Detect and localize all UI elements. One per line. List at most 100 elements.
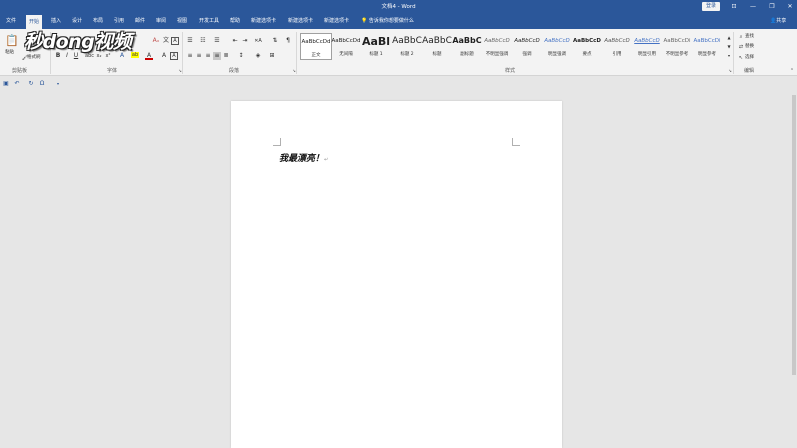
style-sample: AaBbCcD xyxy=(604,38,630,44)
style-heading-1[interactable]: AaBl 标题 1 xyxy=(360,33,392,60)
style-subtle-reference[interactable]: AaBbCcDi 不明显参考 xyxy=(661,33,693,60)
tab-insert[interactable]: 插入 xyxy=(48,16,64,27)
tab-review[interactable]: 审阅 xyxy=(153,16,169,27)
tell-me-search[interactable]: 💡 告诉我你想要做什么 xyxy=(361,16,414,27)
customize-qat-icon[interactable]: ▾ xyxy=(54,80,62,88)
quick-access-toolbar: ▣ ↶ ↻ Ω ▾ xyxy=(0,77,797,91)
style-normal[interactable]: AaBbCcDd 正文 xyxy=(300,33,332,60)
multilevel-list-icon[interactable]: ☰ xyxy=(213,37,221,45)
align-left-icon[interactable]: ≡ xyxy=(186,52,194,60)
maximize-icon[interactable]: ❐ xyxy=(766,1,778,12)
document-text[interactable]: 我最漂亮！↵ xyxy=(279,151,328,164)
clear-formatting-icon[interactable]: Aₓ xyxy=(152,37,160,45)
select-button[interactable]: 选择 xyxy=(745,54,754,62)
style-subtle-emphasis[interactable]: AaBbCcD 不明显强调 xyxy=(481,33,513,60)
margin-corner-top-left xyxy=(273,138,281,146)
tab-file[interactable]: 文件 xyxy=(3,16,19,27)
style-name: 明显参考 xyxy=(698,52,716,57)
document-text-content: 我最漂亮！ xyxy=(279,154,325,164)
tab-view[interactable]: 视图 xyxy=(174,16,190,27)
style-name: 无间隔 xyxy=(339,52,353,57)
tab-help[interactable]: 帮助 xyxy=(227,16,243,27)
style-subtitle[interactable]: AaBbC 副标题 xyxy=(451,33,483,60)
tab-new-2[interactable]: 新建选项卡 xyxy=(285,16,316,27)
line-spacing-icon[interactable]: ↕ xyxy=(237,52,245,60)
underline-icon[interactable]: U xyxy=(72,52,80,60)
decrease-indent-icon[interactable]: ⇤ xyxy=(231,37,239,45)
document-page[interactable]: 我最漂亮！↵ xyxy=(231,101,562,448)
align-center-icon[interactable]: ≡ xyxy=(195,52,203,60)
text-effects-icon[interactable]: A xyxy=(118,52,126,60)
tab-developer[interactable]: 开发工具 xyxy=(196,16,222,27)
symbol-icon[interactable]: Ω xyxy=(38,80,46,88)
gallery-scroll-down-icon[interactable]: ▼ xyxy=(725,43,733,51)
phonetic-guide-icon[interactable]: 文 xyxy=(162,37,170,45)
tab-layout[interactable]: 布局 xyxy=(90,16,106,27)
style-sample: AaBbCcDd xyxy=(301,39,331,45)
undo-icon[interactable]: ↶ xyxy=(13,80,21,88)
select-icon[interactable]: ↖ xyxy=(737,54,745,62)
tab-mailings[interactable]: 邮件 xyxy=(132,16,148,27)
increase-indent-icon[interactable]: ⇥ xyxy=(241,37,249,45)
show-formatting-marks-icon[interactable]: ¶ xyxy=(284,37,292,45)
bullets-icon[interactable]: ☰ xyxy=(186,37,194,45)
style-no-spacing[interactable]: AaBbCcDd 无间隔 xyxy=(330,33,362,60)
style-quote[interactable]: AaBbCcD 引用 xyxy=(601,33,633,60)
save-icon[interactable]: ▣ xyxy=(2,80,10,88)
paste-label[interactable]: 粘贴 xyxy=(5,49,14,57)
style-heading-2[interactable]: AaBbC 标题 2 xyxy=(391,33,423,60)
collapse-ribbon-icon[interactable]: ⌃ xyxy=(788,67,796,75)
ribbon-display-options-icon[interactable]: ⊡ xyxy=(728,1,740,12)
subscript-icon[interactable]: x₂ xyxy=(95,52,103,60)
paste-icon[interactable]: 📋 xyxy=(5,34,19,48)
character-shading-icon[interactable]: A xyxy=(160,52,168,60)
paragraph-mark: ↵ xyxy=(324,157,329,163)
justify-icon[interactable]: ≡ xyxy=(213,52,221,60)
shading-icon[interactable]: ◈ xyxy=(254,52,262,60)
sort-icon[interactable]: ⇅ xyxy=(271,37,279,45)
style-sample: AaBl xyxy=(361,35,391,48)
tab-new-3[interactable]: 新建选项卡 xyxy=(321,16,352,27)
gallery-scroll-up-icon[interactable]: ▲ xyxy=(725,34,733,42)
bold-icon[interactable]: B xyxy=(54,52,62,60)
login-button[interactable]: 登录 xyxy=(702,2,720,11)
style-name: 标题 2 xyxy=(400,52,414,57)
strikethrough-icon[interactable]: abc xyxy=(85,52,94,60)
style-intense-emphasis[interactable]: AaBbCcD 明显强调 xyxy=(541,33,573,60)
style-title[interactable]: AaBbC 标题 xyxy=(421,33,453,60)
tab-references[interactable]: 引用 xyxy=(111,16,127,27)
scrollbar-thumb[interactable] xyxy=(792,95,796,375)
vertical-scrollbar[interactable] xyxy=(791,91,797,448)
style-intense-quote[interactable]: AaBbCcD 明显引用 xyxy=(631,33,663,60)
gallery-more-icon[interactable]: ▾ xyxy=(725,52,733,60)
superscript-icon[interactable]: x² xyxy=(104,52,112,60)
font-color-icon[interactable]: A xyxy=(145,52,153,60)
redo-icon[interactable]: ↻ xyxy=(27,80,35,88)
chinese-layout-icon[interactable]: ✕A xyxy=(254,37,262,45)
align-right-icon[interactable]: ≡ xyxy=(204,52,212,60)
borders-icon[interactable]: ⊞ xyxy=(268,52,276,60)
style-name: 强调 xyxy=(522,52,532,57)
italic-icon[interactable]: I xyxy=(63,52,71,60)
share-label: 共享 xyxy=(776,18,787,24)
share-button[interactable]: 👤共享 xyxy=(770,16,786,27)
style-strong[interactable]: AaBbCcD 要点 xyxy=(571,33,603,60)
group-divider xyxy=(296,32,297,74)
style-emphasis[interactable]: AaBbCcD 强调 xyxy=(511,33,543,60)
format-painter-label[interactable]: 格式刷 xyxy=(27,54,41,62)
replace-icon[interactable]: ⇄ xyxy=(737,43,745,51)
style-intense-reference[interactable]: AaBbCcDi 明显参考 xyxy=(691,33,723,60)
distributed-icon[interactable]: ≣ xyxy=(222,52,230,60)
replace-button[interactable]: 替换 xyxy=(745,43,754,51)
close-icon[interactable]: ✕ xyxy=(784,1,796,12)
character-border-icon[interactable]: A xyxy=(170,52,178,60)
enclose-characters-icon[interactable]: A xyxy=(171,37,179,45)
tab-new-1[interactable]: 新建选项卡 xyxy=(248,16,279,27)
margin-corner-top-right xyxy=(512,138,520,146)
style-sample: AaBbCcDd xyxy=(331,38,361,44)
find-icon[interactable]: ⌕ xyxy=(737,33,745,41)
numbering-icon[interactable]: ☷ xyxy=(199,37,207,45)
minimize-icon[interactable]: — xyxy=(747,1,759,12)
find-button[interactable]: 查找 xyxy=(745,33,754,41)
tab-design[interactable]: 设计 xyxy=(69,16,85,27)
